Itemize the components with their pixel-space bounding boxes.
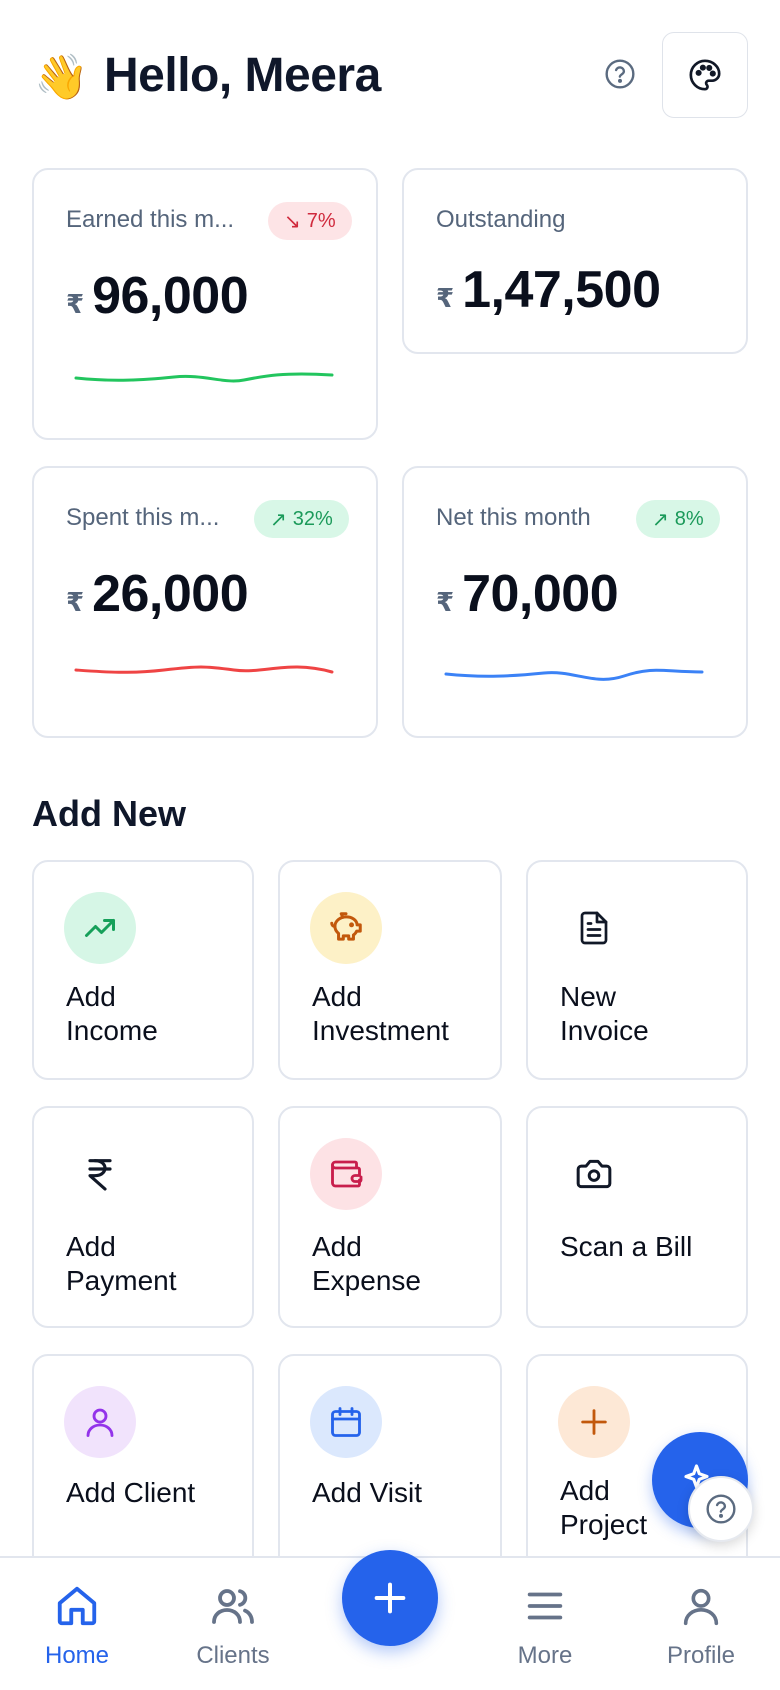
trend-percent: 32% xyxy=(292,507,333,530)
plus-icon xyxy=(558,1386,630,1458)
trending-up-icon xyxy=(64,892,136,964)
page-title: Hello, Meera xyxy=(104,49,381,102)
section-title-add-new: Add New xyxy=(32,793,187,834)
tile-label: Add Expense xyxy=(312,1231,421,1296)
stat-card-net[interactable]: Net this month ↗ 8% ₹ 70,000 xyxy=(402,466,748,738)
stat-label: Outstanding xyxy=(436,206,566,233)
stat-label: Net this month xyxy=(436,504,591,531)
trend-badge: ↗ 32% xyxy=(254,500,349,538)
tile-label: Add Project xyxy=(560,1475,648,1540)
stat-amount: ₹ 1,47,500 xyxy=(436,260,661,320)
wave-emoji: 👋 xyxy=(34,52,89,103)
stat-label: Spent this m... xyxy=(66,504,220,531)
add-expense-tile[interactable]: Add Expense xyxy=(278,1106,502,1328)
currency-symbol: ₹ xyxy=(66,289,85,319)
help-circle-icon xyxy=(706,1494,736,1524)
stat-value: 26,000 xyxy=(92,565,249,623)
stat-label: Earned this m... xyxy=(66,206,235,233)
sparkline xyxy=(74,372,334,383)
nav-label: Profile xyxy=(666,1642,736,1669)
currency-symbol: ₹ xyxy=(436,587,455,617)
nav-label: Home xyxy=(44,1642,110,1669)
nav-more[interactable]: More xyxy=(480,1558,610,1690)
camera-icon xyxy=(558,1138,630,1210)
arrow-up-right-icon: ↗ xyxy=(652,508,669,531)
currency-symbol: ₹ xyxy=(66,587,85,617)
arrow-up-right-icon: ↗ xyxy=(270,508,287,531)
trend-percent: 7% xyxy=(306,209,336,232)
add-payment-tile[interactable]: Add Payment xyxy=(32,1106,254,1328)
scan-bill-tile[interactable]: Scan a Bill xyxy=(526,1106,748,1328)
users-icon xyxy=(209,1580,257,1632)
file-text-icon xyxy=(558,892,630,964)
tile-label: Add Visit xyxy=(312,1477,422,1508)
nav-label: Clients xyxy=(196,1642,270,1669)
wallet-icon xyxy=(310,1138,382,1210)
trend-badge: ↗ 8% xyxy=(636,500,720,538)
sparkline xyxy=(444,668,704,681)
currency-symbol: ₹ xyxy=(436,283,455,313)
trend-percent: 8% xyxy=(674,507,704,530)
add-new-button[interactable] xyxy=(342,1550,438,1646)
stat-value: 96,000 xyxy=(92,267,249,325)
stat-card-outstanding[interactable]: Outstanding ₹ 1,47,500 xyxy=(402,168,748,354)
tile-label: Add Payment xyxy=(66,1231,177,1296)
stat-value: 1,47,500 xyxy=(462,261,661,319)
nav-label: More xyxy=(517,1642,573,1669)
arrow-down-right-icon: ↘ xyxy=(284,210,301,233)
tile-label: Add Client xyxy=(66,1477,196,1508)
menu-icon xyxy=(522,1580,568,1632)
stat-amount: ₹ 70,000 xyxy=(436,564,619,624)
stat-amount: ₹ 96,000 xyxy=(66,266,249,326)
nav-home[interactable]: Home xyxy=(12,1558,142,1690)
home-icon xyxy=(54,1580,100,1632)
nav-clients[interactable]: Clients xyxy=(168,1558,298,1690)
palette-icon xyxy=(689,59,721,91)
user-icon xyxy=(64,1386,136,1458)
rupee-icon xyxy=(64,1138,136,1210)
stat-card-spent[interactable]: Spent this m... ↗ 32% ₹ 26,000 xyxy=(32,466,378,738)
theme-button[interactable] xyxy=(662,32,748,118)
nav-profile[interactable]: Profile xyxy=(636,1558,766,1690)
tile-label: Scan a Bill xyxy=(560,1231,693,1262)
tile-label: Add Income xyxy=(66,981,158,1046)
plus-icon xyxy=(374,1582,406,1614)
tile-label: New Invoice xyxy=(560,981,649,1046)
help-circle-icon xyxy=(605,59,635,89)
help-button[interactable] xyxy=(600,54,640,94)
tile-label: Add Investment xyxy=(312,981,449,1046)
calendar-icon xyxy=(310,1386,382,1458)
stat-card-earned[interactable]: Earned this m... ↘ 7% ₹ 96,000 xyxy=(32,168,378,440)
add-income-tile[interactable]: Add Income xyxy=(32,860,254,1080)
user-icon xyxy=(678,1580,724,1632)
trend-badge: ↘ 7% xyxy=(268,202,352,240)
sparkline xyxy=(74,665,334,674)
stat-value: 70,000 xyxy=(462,565,619,623)
add-investment-tile[interactable]: Add Investment xyxy=(278,860,502,1080)
piggy-bank-icon xyxy=(310,892,382,964)
stat-amount: ₹ 26,000 xyxy=(66,564,249,624)
floating-help-button[interactable] xyxy=(688,1476,754,1542)
new-invoice-tile[interactable]: New Invoice xyxy=(526,860,748,1080)
